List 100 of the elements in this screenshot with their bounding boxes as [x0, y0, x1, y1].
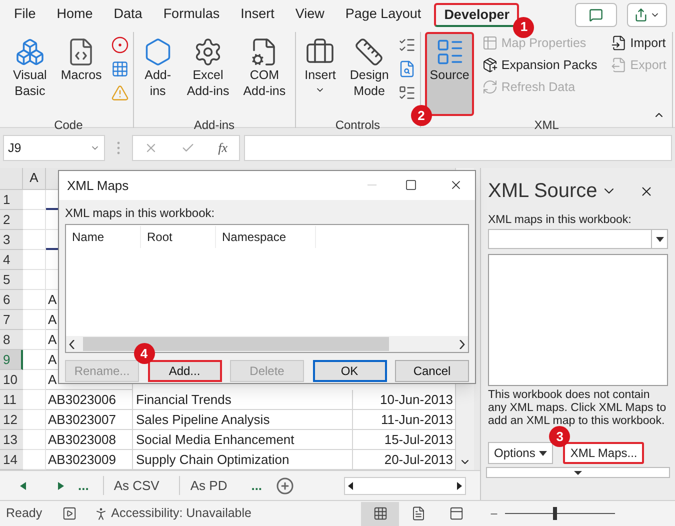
row-number[interactable]: 11 — [0, 390, 23, 410]
ribbon-button[interactable]: Visual Basic — [8, 32, 52, 116]
table-cell: Supply Chain Optimization — [133, 450, 353, 470]
previous-sheet-icon[interactable] — [20, 482, 26, 490]
dialog-title: XML Maps — [67, 176, 130, 195]
pane-message: This workbook does not contain any XML maps. Click XML Maps to add an XML map to this workbook. — [488, 389, 668, 428]
refresh-icon — [482, 79, 498, 95]
comment-button[interactable] — [575, 2, 617, 26]
ribbon-tab[interactable]: Data — [106, 2, 150, 27]
scroll-right-icon[interactable] — [457, 482, 462, 490]
gear-icon — [193, 37, 223, 67]
column-header[interactable]: Namespace — [216, 226, 316, 248]
ribbon-button[interactable]: Add- ins — [138, 32, 178, 116]
page-break-icon — [448, 506, 464, 521]
ribbon-tab[interactable]: Insert — [232, 2, 282, 27]
row-number[interactable]: 4 — [0, 250, 23, 270]
dialog-button[interactable]: Cancel — [395, 360, 469, 382]
dialog-button[interactable]: Add... — [148, 360, 222, 382]
ribbon-tab[interactable]: Home — [48, 2, 101, 27]
view-button[interactable] — [361, 502, 399, 526]
view-code-icon[interactable] — [398, 60, 416, 78]
scroll-right-icon[interactable] — [459, 340, 465, 348]
maximize-icon[interactable] — [405, 179, 417, 192]
ruler-icon — [354, 37, 384, 67]
step-number-badge: 2 — [410, 105, 432, 126]
accessibility-status[interactable]: Accessibility: Unavailable — [111, 504, 252, 523]
status-text: Ready — [6, 505, 42, 522]
ribbon-button[interactable]: Expansion Packs — [480, 54, 600, 76]
dialog-label: XML maps in this workbook: — [64, 204, 216, 222]
sheet-tab[interactable]: As PD — [179, 476, 238, 496]
xml-elements-list[interactable] — [488, 254, 668, 386]
ribbon-tab[interactable]: Page Layout — [337, 2, 430, 27]
insert-function-button[interactable]: fx — [218, 138, 228, 158]
page-view-icon — [410, 506, 426, 521]
horizontal-scrollbar[interactable] — [344, 476, 466, 494]
row-number[interactable]: 12 — [0, 410, 23, 430]
package-icon — [482, 57, 498, 73]
more-sheets-button[interactable]: ... — [74, 476, 93, 496]
import-icon — [611, 35, 628, 51]
column-header[interactable]: Name — [66, 226, 141, 248]
column-header[interactable]: Root — [141, 226, 216, 248]
export-icon — [611, 57, 628, 73]
record-icon[interactable] — [110, 36, 129, 54]
more-sheets-button[interactable]: ... — [247, 476, 266, 496]
row-number[interactable]: 6 — [0, 290, 23, 310]
ribbon-tab[interactable]: View — [287, 2, 332, 27]
table-cell: Social Media Enhancement — [133, 430, 353, 450]
comment-icon — [589, 8, 603, 22]
row-number[interactable]: 8 — [0, 330, 23, 350]
grid-icon[interactable] — [110, 60, 129, 78]
table-icon — [482, 35, 498, 51]
next-sheet-icon[interactable] — [58, 482, 64, 490]
properties-icon[interactable] — [398, 36, 416, 54]
ribbon-tab[interactable]: Formulas — [155, 2, 228, 27]
step-number-badge: 1 — [513, 16, 534, 38]
ribbon-button[interactable]: Macros — [56, 32, 107, 116]
pane-button[interactable]: XML Maps... — [563, 442, 644, 464]
ribbon-button[interactable]: Design Mode — [344, 32, 394, 116]
table-cell: Financial Trends — [133, 390, 353, 410]
column-header[interactable]: A — [23, 168, 46, 190]
dropdown-icon — [539, 450, 548, 456]
ribbon-button[interactable]: Import — [609, 32, 668, 54]
row-number[interactable]: 13 — [0, 430, 23, 450]
group-label: Add-ins — [194, 117, 235, 134]
pane-label: XML maps in this workbook: — [488, 213, 632, 228]
ribbon-button[interactable]: Excel Add-ins — [182, 32, 234, 116]
row-number[interactable]: 7 — [0, 310, 23, 330]
pane-title: XML Source — [488, 179, 598, 204]
step-number-badge: 3 — [549, 426, 570, 448]
grip-icon — [117, 141, 120, 155]
macro-recording-icon[interactable] — [62, 506, 78, 521]
row-number[interactable]: 1 — [0, 190, 23, 210]
name-box[interactable]: J9 — [3, 135, 105, 161]
group-label: Code — [54, 117, 83, 134]
dialog-run-icon[interactable] — [398, 84, 416, 102]
cubes-icon — [14, 37, 45, 67]
add-sheet-icon[interactable] — [276, 476, 294, 494]
zoom-thumb[interactable] — [552, 507, 557, 520]
row-number[interactable]: 5 — [0, 270, 23, 290]
ribbon-button[interactable]: Insert — [300, 32, 341, 116]
options-dropdown-button[interactable]: Options — [488, 442, 554, 464]
row-number[interactable]: 3 — [0, 230, 23, 250]
dropdown-icon — [574, 470, 582, 475]
row-number[interactable]: 14 — [0, 450, 23, 470]
sheet-tab[interactable]: As CSV — [102, 476, 170, 496]
scroll-left-icon[interactable] — [69, 340, 75, 348]
dialog-button[interactable]: OK — [312, 360, 386, 382]
ribbon-button[interactable]: Source — [424, 32, 474, 116]
table-cell: AB3023007 — [46, 410, 133, 430]
table-cell: AB3023009 — [46, 450, 133, 470]
share-button[interactable] — [627, 2, 667, 26]
ribbon-button[interactable]: COM Add-ins — [238, 32, 291, 116]
table-cell: AB3023006 — [46, 390, 133, 410]
row-number[interactable]: 10 — [0, 370, 23, 390]
scroll-left-icon[interactable] — [348, 482, 354, 490]
formula-field[interactable] — [244, 135, 672, 161]
ribbon-tab[interactable]: File — [6, 2, 44, 27]
row-number[interactable]: 2 — [0, 210, 23, 230]
row-number[interactable]: 9 — [0, 350, 23, 370]
zoom-slider[interactable] — [505, 507, 615, 520]
